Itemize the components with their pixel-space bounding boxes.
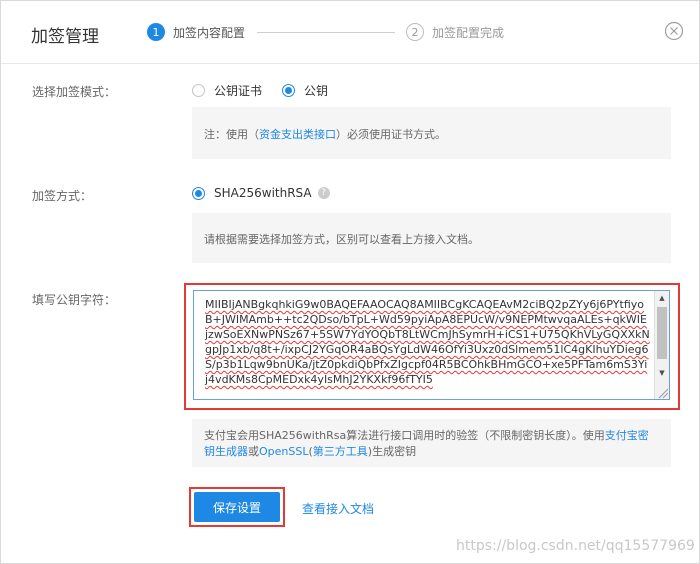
mode-label: 选择加签模式： (32, 85, 117, 99)
step-1-number: 1 (147, 23, 165, 41)
fund-payout-interface-link[interactable]: 资金支出类接口 (259, 128, 336, 141)
public-key-note: 支付宝会用SHA256withRsa算法进行接口调用时的验签（不限制密钥长度）。… (192, 419, 671, 467)
step-2: 2 加签配置完成 (406, 23, 504, 41)
scroll-thumb[interactable] (657, 307, 667, 359)
step-2-label: 加签配置完成 (432, 25, 505, 40)
save-settings-button[interactable]: 保存设置 (194, 492, 280, 522)
public-key-textarea[interactable]: MIIBIjANBgkqhkiG9w0BAQEFAAOCAQ8AMIIBCgKC… (193, 290, 670, 400)
radio-sha256withrsa[interactable]: SHA256withRSA ? (192, 186, 330, 200)
help-icon[interactable]: ? (317, 187, 330, 199)
scroll-down-icon[interactable]: ▼ (655, 366, 669, 380)
public-key-note-prefix: 支付宝会用SHA256withRsa算法进行接口调用时的验签（不限制密钥长度）。… (204, 429, 605, 442)
step-2-number: 2 (406, 23, 424, 41)
public-key-text[interactable]: MIIBIjANBgkqhkiG9w0BAQEFAAOCAQ8AMIIBCgKC… (205, 297, 650, 387)
radio-circle[interactable] (192, 84, 205, 97)
public-key-note-or: 或 (248, 445, 259, 458)
resize-handle-icon[interactable] (655, 385, 669, 399)
mode-note: 注：使用（资金支出类接口）必须使用证书方式。 (192, 107, 671, 159)
view-doc-link[interactable]: 查看接入文档 (302, 500, 374, 517)
watermark: https://blog.csdn.net/qq15577969 (456, 538, 695, 554)
textarea-scrollbar[interactable]: ▲ ▼ (654, 291, 669, 399)
radio-label-cert: 公钥证书 (214, 84, 263, 98)
close-icon[interactable] (664, 21, 684, 41)
step-connector (257, 32, 395, 33)
third-party-tool-link[interactable]: 第三方工具 (313, 445, 368, 458)
public-key-note-suffix: )生成密钥 (367, 445, 417, 458)
dialog-header: 加签管理 1 加签内容配置 2 加签配置完成 (1, 1, 699, 64)
step-1: 1 加签内容配置 (147, 23, 245, 41)
step-1-label: 加签内容配置 (173, 25, 246, 40)
radio-label-public-key: 公钥 (304, 84, 329, 98)
mode-note-prefix: 注：使用（ (204, 128, 259, 141)
method-note: 请根据需要选择加签方式，区别可以查看上方接入文档。 (192, 213, 671, 263)
public-key-label: 填写公钥字符： (32, 293, 117, 307)
scroll-up-icon[interactable]: ▲ (655, 291, 669, 305)
mode-note-suffix: ）必须使用证书方式。 (336, 128, 446, 141)
method-label: 加签方式： (32, 189, 93, 203)
dialog: 加签管理 1 加签内容配置 2 加签配置完成 选择加签模式： 公钥证书 公钥 注… (0, 0, 700, 564)
radio-label-sha256: SHA256withRSA (214, 186, 312, 200)
radio-public-key[interactable]: 公钥 (282, 82, 328, 99)
dialog-title: 加签管理 (31, 27, 99, 47)
radio-circle-checked[interactable] (192, 186, 205, 200)
openssl-link[interactable]: OpenSSL (259, 445, 308, 458)
radio-public-key-cert[interactable]: 公钥证书 (192, 82, 262, 99)
radio-circle-checked[interactable] (282, 84, 295, 97)
